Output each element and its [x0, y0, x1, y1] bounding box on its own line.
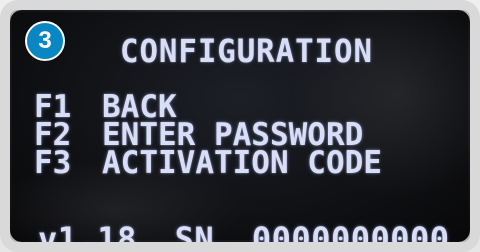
version-label: v1.18: [38, 220, 137, 242]
version-serial-footer: v1.18 SN 0000000000: [38, 220, 450, 242]
step-number-badge: 3: [25, 21, 65, 61]
screen-title: CONFIGURATION: [120, 32, 373, 70]
serial-number-label: SN: [174, 220, 215, 242]
serial-number-value: 0000000000: [251, 220, 450, 242]
lcd-screen: 3 CONFIGURATION F1 BACK F2 ENTER PASSWOR…: [10, 10, 470, 242]
device-display-panel: 3 CONFIGURATION F1 BACK F2 ENTER PASSWOR…: [0, 0, 480, 252]
function-key-label: F3: [34, 145, 72, 181]
function-key-menu: F1 BACK F2 ENTER PASSWORD F3 ACTIVATION …: [34, 92, 424, 183]
menu-item-label: ACTIVATION CODE: [102, 145, 382, 181]
menu-item-activation-code[interactable]: F3 ACTIVATION CODE: [34, 145, 424, 181]
